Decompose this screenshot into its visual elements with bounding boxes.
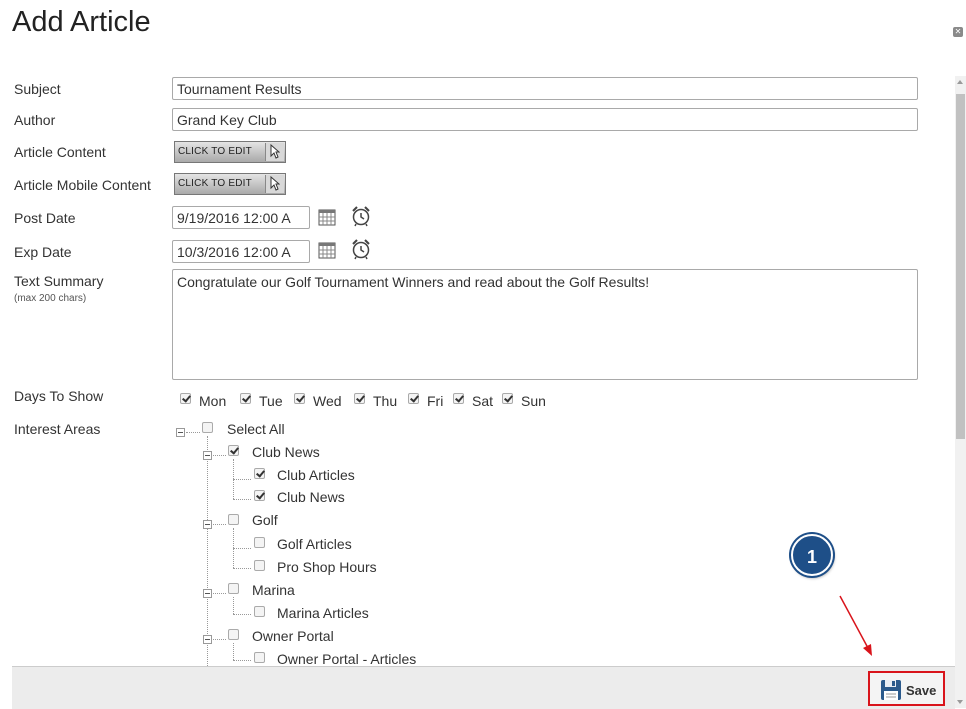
tree-connector <box>213 524 226 525</box>
day-checkbox-thu[interactable] <box>354 393 365 404</box>
day-checkbox-wed[interactable] <box>294 393 305 404</box>
day-label-thu: Thu <box>373 393 398 409</box>
tree-expander[interactable] <box>203 451 212 460</box>
interest-checkbox-marina[interactable] <box>228 583 239 594</box>
tree-connector <box>233 597 234 614</box>
post-date-label: Post Date <box>14 210 76 226</box>
exp-date-label: Exp Date <box>14 244 72 260</box>
calendar-icon[interactable] <box>318 241 336 259</box>
click-to-edit-label: CLICK TO EDIT <box>178 146 252 157</box>
scroll-up-icon[interactable] <box>957 80 963 84</box>
day-checkbox-mon[interactable] <box>180 393 191 404</box>
article-mobile-content-label: Article Mobile Content <box>14 177 151 193</box>
interest-label-owner-portal: Owner Portal <box>252 628 334 644</box>
tree-expander[interactable] <box>176 428 185 437</box>
tree-connector <box>213 455 226 456</box>
calendar-icon[interactable] <box>318 208 336 226</box>
day-label-sun: Sun <box>521 393 546 409</box>
scrollbar[interactable] <box>955 76 966 708</box>
day-checkbox-fri[interactable] <box>408 393 419 404</box>
interest-checkbox-owner-portal[interactable] <box>228 629 239 640</box>
day-checkbox-sat[interactable] <box>453 393 464 404</box>
day-checkbox-tue[interactable] <box>240 393 251 404</box>
cursor-arrow-icon <box>265 143 284 161</box>
exp-date-input[interactable]: 10/3/2016 12:00 A <box>172 240 310 263</box>
tree-connector <box>233 479 251 480</box>
interest-checkbox-golf[interactable] <box>228 514 239 525</box>
interest-checkbox-pro-shop-hours[interactable] <box>254 560 265 571</box>
floppy-disk-icon <box>881 680 901 700</box>
interest-checkbox-owner-portal-articles[interactable] <box>254 652 265 663</box>
interest-checkbox-marina-articles[interactable] <box>254 606 265 617</box>
annotation-arrow-icon <box>839 595 872 656</box>
tree-connector <box>207 436 208 666</box>
interest-label-club-news: Club News <box>252 444 320 460</box>
text-summary-textarea[interactable]: Congratulate our Golf Tournament Winners… <box>172 269 918 380</box>
day-label-wed: Wed <box>313 393 342 409</box>
scrollbar-thumb[interactable] <box>956 94 965 439</box>
interest-label-golf: Golf <box>252 512 278 528</box>
article-content-edit-button[interactable]: CLICK TO EDIT <box>174 141 286 163</box>
step-badge: 1 <box>791 534 833 576</box>
tree-connector <box>233 548 251 549</box>
interest-label-golf-articles: Golf Articles <box>277 536 352 552</box>
select-all-label: Select All <box>227 421 285 437</box>
click-to-edit-label: CLICK TO EDIT <box>178 178 252 189</box>
tree-connector <box>213 593 226 594</box>
interest-label-pro-shop-hours: Pro Shop Hours <box>277 559 377 575</box>
interest-label-club-news-sub: Club News <box>277 489 345 505</box>
interest-checkbox-golf-articles[interactable] <box>254 537 265 548</box>
interest-checkbox-club-articles[interactable] <box>254 468 265 479</box>
day-label-sat: Sat <box>472 393 494 409</box>
interest-checkbox-club-news[interactable] <box>228 445 239 456</box>
tree-expander[interactable] <box>203 589 212 598</box>
close-icon[interactable]: ✕ <box>953 27 963 37</box>
cursor-arrow-icon <box>265 175 284 193</box>
save-label: Save <box>906 683 937 698</box>
interest-label-owner-portal-articles: Owner Portal - Articles <box>277 651 417 667</box>
tree-connector <box>233 660 251 661</box>
scroll-down-icon[interactable] <box>957 700 963 704</box>
interest-areas-label: Interest Areas <box>14 421 101 437</box>
text-summary-label: Text Summary <box>14 273 104 289</box>
alarm-clock-icon[interactable] <box>350 205 372 227</box>
tree-connector <box>233 568 251 569</box>
post-date-input[interactable]: 9/19/2016 12:00 A <box>172 206 310 229</box>
tree-expander[interactable] <box>203 520 212 529</box>
save-button[interactable]: Save <box>868 671 945 706</box>
day-checkbox-sun[interactable] <box>502 393 513 404</box>
dialog-footer <box>12 666 955 709</box>
tree-connector <box>233 499 251 500</box>
interest-checkbox-club-news-sub[interactable] <box>254 490 265 501</box>
select-all-checkbox[interactable] <box>202 422 213 433</box>
days-to-show-label: Days To Show <box>14 388 104 404</box>
article-content-label: Article Content <box>14 144 106 160</box>
day-label-tue: Tue <box>259 393 283 409</box>
interest-label-marina-articles: Marina Articles <box>277 605 369 621</box>
interest-label-club-articles: Club Articles <box>277 467 355 483</box>
day-label-fri: Fri <box>427 393 444 409</box>
dialog-title: Add Article <box>12 6 151 38</box>
author-label: Author <box>14 112 56 128</box>
tree-connector <box>213 639 226 640</box>
tree-expander[interactable] <box>203 635 212 644</box>
tree-connector <box>233 614 251 615</box>
article-mobile-content-edit-button[interactable]: CLICK TO EDIT <box>174 173 286 195</box>
alarm-clock-icon[interactable] <box>350 238 372 260</box>
subject-input[interactable]: Tournament Results <box>172 77 918 100</box>
interest-label-marina: Marina <box>252 582 295 598</box>
text-summary-hint: (max 200 chars) <box>14 293 87 304</box>
tree-connector <box>186 432 200 433</box>
day-label-mon: Mon <box>199 393 227 409</box>
subject-label: Subject <box>14 81 61 97</box>
tree-connector <box>233 643 234 660</box>
author-input[interactable]: Grand Key Club <box>172 108 918 131</box>
